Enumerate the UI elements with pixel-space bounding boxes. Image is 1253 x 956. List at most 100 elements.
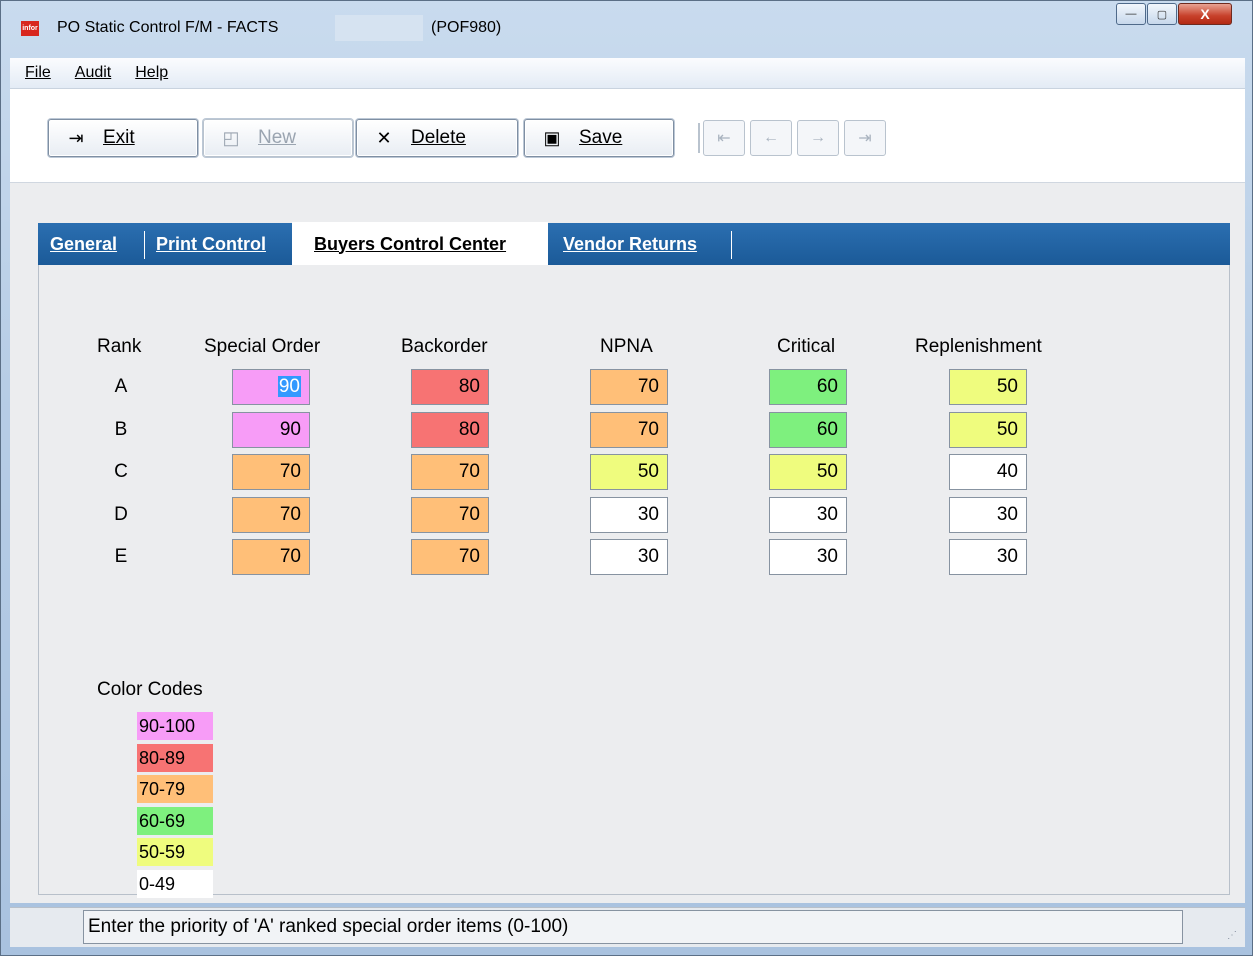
maximize-button[interactable]: ▢ <box>1147 3 1177 25</box>
priority-field-replenishment-d[interactable]: 30 <box>949 496 1027 533</box>
buyers-control-center-panel: Rank Special Order Backorder NPNA Critic… <box>38 265 1230 898</box>
new-button[interactable]: ◰ New <box>203 119 353 157</box>
priority-value: 70 <box>458 461 480 482</box>
priority-field-critical-e[interactable]: 30 <box>769 539 847 575</box>
priority-value: 50 <box>637 461 659 482</box>
priority-field-npna-c[interactable]: 50 <box>590 454 668 490</box>
new-document-icon: ◰ <box>222 127 240 148</box>
menu-help[interactable]: Help <box>135 64 168 82</box>
priority-value: 90 <box>279 418 301 440</box>
close-button[interactable]: X <box>1178 3 1232 25</box>
menu-file[interactable]: File <box>25 64 51 82</box>
toolbar: ⇥ Exit ◰ New ✕ Delete ▣ Save ⇤ ← → ⇥ <box>10 89 1245 183</box>
priority-field-replenishment-e[interactable]: 30 <box>949 539 1027 575</box>
priority-value: 70 <box>458 503 480 525</box>
previous-record-button[interactable]: ← <box>750 120 792 156</box>
priority-field-replenishment-b[interactable]: 50 <box>949 411 1027 448</box>
priority-value: 90 <box>277 376 301 397</box>
window-title: PO Static Control F/M - FACTS <box>57 19 279 36</box>
status-message: Enter the priority of 'A' ranked special… <box>83 910 1183 944</box>
color-code-swatch: 60-69 <box>137 806 213 835</box>
priority-field-special-order-b[interactable]: 90 <box>232 411 310 448</box>
priority-field-special-order-a[interactable]: 90 <box>232 369 310 405</box>
toolbar-separator <box>698 123 700 153</box>
last-record-button[interactable]: ⇥ <box>844 120 886 156</box>
column-header-npna: NPNA <box>600 336 653 357</box>
priority-value: 80 <box>458 418 480 440</box>
priority-field-npna-a[interactable]: 70 <box>590 369 668 405</box>
app-window: infor PO Static Control F/M - FACTS (POF… <box>0 0 1253 956</box>
priority-value: 40 <box>996 461 1018 482</box>
column-header-critical: Critical <box>777 336 836 357</box>
priority-field-special-order-d[interactable]: 70 <box>232 496 310 533</box>
title-bar[interactable]: infor PO Static Control F/M - FACTS (POF… <box>1 1 1252 57</box>
priority-field-replenishment-a[interactable]: 50 <box>949 369 1027 405</box>
save-disk-icon: ▣ <box>543 127 561 148</box>
rank-header: Rank <box>97 336 142 357</box>
priority-value: 30 <box>816 503 838 525</box>
rank-label-b: B <box>114 418 128 440</box>
tab-separator <box>731 231 732 259</box>
priority-field-critical-c[interactable]: 50 <box>769 454 847 490</box>
priority-field-critical-b[interactable]: 60 <box>769 411 847 448</box>
priority-field-npna-b[interactable]: 70 <box>590 411 668 448</box>
priority-value: 50 <box>996 418 1018 440</box>
priority-value: 70 <box>279 503 301 525</box>
tab-buyers-control-center[interactable]: Buyers Control Center <box>292 222 548 266</box>
rank-label-a: A <box>114 376 128 397</box>
priority-value: 70 <box>458 546 480 567</box>
resize-grip-icon[interactable]: ⋰ <box>1227 930 1237 941</box>
priority-value: 30 <box>637 503 659 525</box>
priority-value: 30 <box>996 546 1018 567</box>
exit-button[interactable]: ⇥ Exit <box>48 119 198 157</box>
save-button[interactable]: ▣ Save <box>524 119 674 157</box>
priority-value: 30 <box>816 546 838 567</box>
priority-field-special-order-e[interactable]: 70 <box>232 539 310 575</box>
priority-value: 30 <box>637 546 659 567</box>
status-bar: Enter the priority of 'A' ranked special… <box>10 907 1245 947</box>
tab-vendor-returns[interactable]: Vendor Returns <box>563 223 697 265</box>
priority-field-backorder-b[interactable]: 80 <box>411 411 489 448</box>
priority-field-replenishment-c[interactable]: 40 <box>949 454 1027 490</box>
title-redacted-area <box>335 15 423 41</box>
tab-buyers-control-center-label: Buyers Control Center <box>314 233 507 254</box>
priority-field-npna-d[interactable]: 30 <box>590 496 668 533</box>
priority-field-special-order-c[interactable]: 70 <box>232 454 310 490</box>
tab-general[interactable]: General <box>50 223 117 265</box>
delete-x-icon: ✕ <box>376 127 392 148</box>
content-pane: General Print Control Buyers Control Cen… <box>10 183 1245 903</box>
exit-button-label: Exit <box>103 127 135 148</box>
delete-button-label: Delete <box>411 127 466 148</box>
infor-app-icon: infor <box>21 21 39 36</box>
menu-audit[interactable]: Audit <box>75 64 111 82</box>
color-code-swatch: 80-89 <box>137 743 213 772</box>
tab-bar: General Print Control Buyers Control Cen… <box>38 222 1230 266</box>
priority-field-backorder-d[interactable]: 70 <box>411 496 489 533</box>
priority-field-critical-a[interactable]: 60 <box>769 369 847 405</box>
menu-bar: File Audit Help <box>10 58 1245 89</box>
priority-value: 60 <box>816 418 838 440</box>
next-record-button[interactable]: → <box>797 120 839 156</box>
window-controls: — ▢ X <box>1115 3 1232 25</box>
priority-field-npna-e[interactable]: 30 <box>590 539 668 575</box>
column-header-backorder: Backorder <box>401 336 488 357</box>
priority-value: 60 <box>816 376 838 397</box>
column-header-replenishment: Replenishment <box>915 336 1042 357</box>
first-record-icon: ⇤ <box>717 130 731 147</box>
priority-field-backorder-c[interactable]: 70 <box>411 454 489 490</box>
tab-print-control[interactable]: Print Control <box>156 223 266 265</box>
delete-button[interactable]: ✕ Delete <box>356 119 518 157</box>
column-header-special-order: Special Order <box>204 336 321 357</box>
minimize-button[interactable]: — <box>1116 3 1146 25</box>
priority-field-backorder-e[interactable]: 70 <box>411 539 489 575</box>
priority-value: 70 <box>279 461 301 482</box>
rank-label-c: C <box>114 461 128 482</box>
priority-value: 50 <box>996 376 1018 397</box>
rank-label-d: D <box>114 503 128 525</box>
priority-value: 80 <box>458 376 480 397</box>
color-code-swatch: 0-49 <box>137 869 213 898</box>
last-record-icon: ⇥ <box>858 130 872 147</box>
first-record-button[interactable]: ⇤ <box>703 120 745 156</box>
priority-field-backorder-a[interactable]: 80 <box>411 369 489 405</box>
priority-field-critical-d[interactable]: 30 <box>769 496 847 533</box>
